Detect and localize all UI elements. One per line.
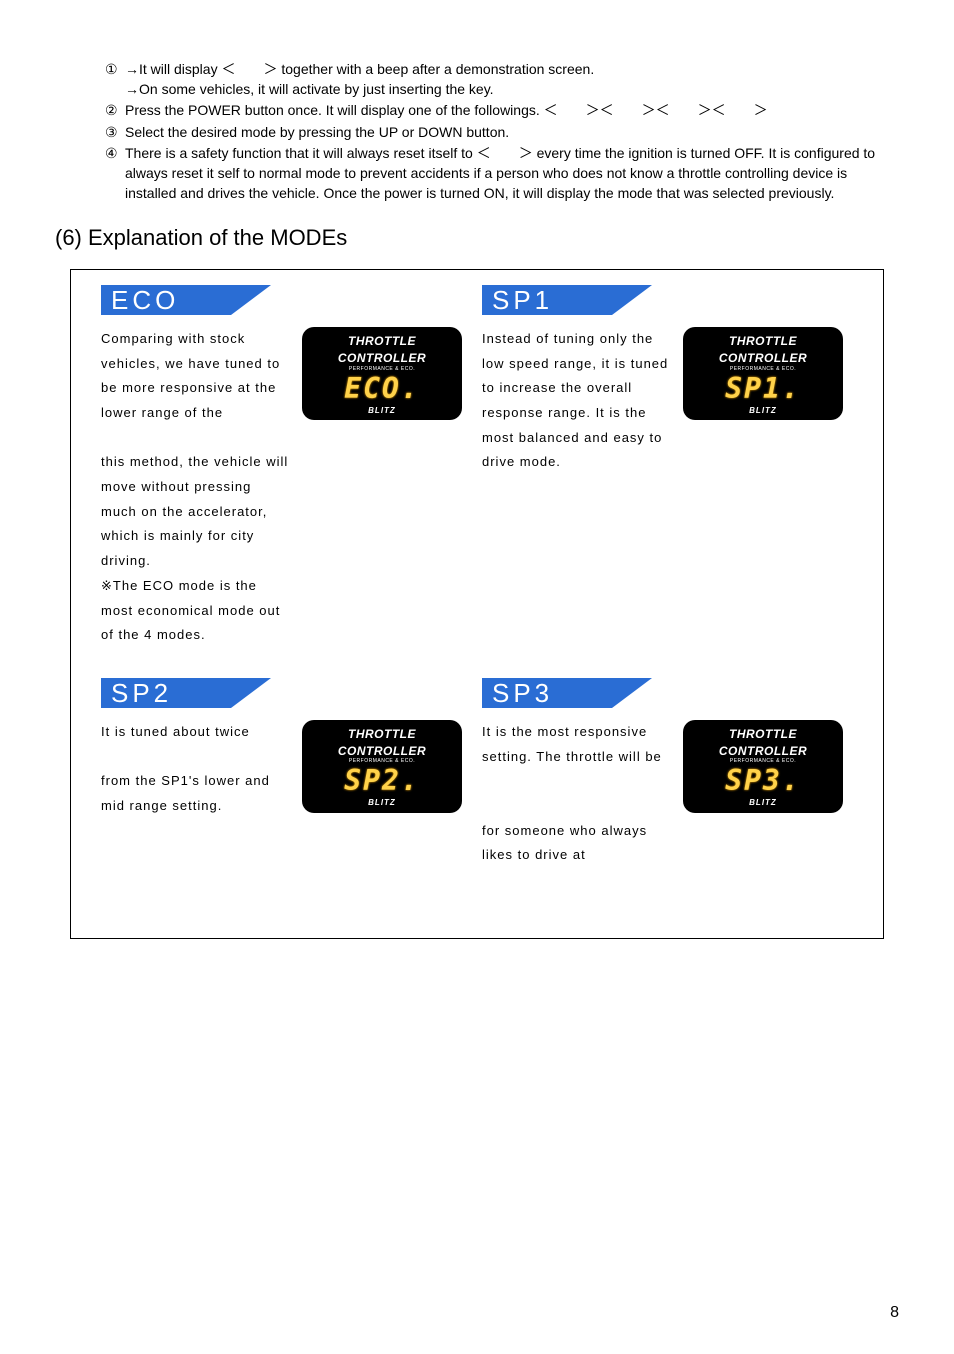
device-title: THROTTLE CONTROLLER xyxy=(691,333,835,367)
step-body: →It will display ＜ ＞ together with a bee… xyxy=(125,60,899,99)
mode-description: It is the most responsive setting. The t… xyxy=(482,720,671,868)
step-line: →It will display ＜ ＞ together with a bee… xyxy=(125,60,899,80)
page-number: 8 xyxy=(890,1302,899,1324)
mode-header: SP3 xyxy=(482,678,652,708)
mode-description: It is tuned about twicefrom the SP1's lo… xyxy=(101,720,290,819)
mode-description: Instead of tuning only the low speed ran… xyxy=(482,327,671,475)
mode-header: ECO xyxy=(101,285,271,315)
mode-label: ECO xyxy=(111,285,179,315)
device-brand: BLITZ xyxy=(691,405,835,416)
device-image: THROTTLE CONTROLLER PERFORMANCE & ECO. E… xyxy=(302,327,462,648)
step-number: ④ xyxy=(105,144,125,203)
device-title: THROTTLE CONTROLLER xyxy=(310,726,454,760)
mode-label: SP2 xyxy=(111,678,172,708)
step-body: Press the POWER button once. It will dis… xyxy=(125,101,899,121)
instruction-steps: ① →It will display ＜ ＞ together with a b… xyxy=(105,60,899,203)
device-display: SP2. xyxy=(310,767,454,795)
device-image: THROTTLE CONTROLLER PERFORMANCE & ECO. S… xyxy=(683,327,843,475)
mode-label: SP1 xyxy=(492,285,553,315)
device-display: SP1. xyxy=(691,375,835,403)
step-number: ③ xyxy=(105,123,125,143)
step-2: ② Press the POWER button once. It will d… xyxy=(105,101,899,121)
mode-label: SP3 xyxy=(492,678,553,708)
device-image: THROTTLE CONTROLLER PERFORMANCE & ECO. S… xyxy=(683,720,843,868)
mode-header: SP1 xyxy=(482,285,652,315)
device-brand: BLITZ xyxy=(310,405,454,416)
mode-sp1: SP1 Instead of tuning only the low speed… xyxy=(482,285,863,648)
mode-sp3: SP3 It is the most responsive setting. T… xyxy=(482,678,863,868)
step-number: ② xyxy=(105,101,125,121)
device-image: THROTTLE CONTROLLER PERFORMANCE & ECO. S… xyxy=(302,720,462,819)
device-brand: BLITZ xyxy=(310,797,454,808)
step-body: Select the desired mode by pressing the … xyxy=(125,123,899,143)
step-1: ① →It will display ＜ ＞ together with a b… xyxy=(105,60,899,99)
mode-eco: ECO Comparing with stock vehicles, we ha… xyxy=(101,285,482,648)
step-number: ① xyxy=(105,60,125,99)
step-body: There is a safety function that it will … xyxy=(125,144,899,203)
device-brand: BLITZ xyxy=(691,797,835,808)
step-4: ④ There is a safety function that it wil… xyxy=(105,144,899,203)
device-display: ECO. xyxy=(310,375,454,403)
mode-description: Comparing with stock vehicles, we have t… xyxy=(101,327,290,648)
step-line: →On some vehicles, it will activate by j… xyxy=(125,80,899,100)
mode-header: SP2 xyxy=(101,678,271,708)
device-title: THROTTLE CONTROLLER xyxy=(691,726,835,760)
section-title: (6) Explanation of the MODEs xyxy=(55,223,899,254)
modes-container: ECO Comparing with stock vehicles, we ha… xyxy=(70,269,884,939)
mode-sp2: SP2 It is tuned about twicefrom the SP1'… xyxy=(101,678,482,868)
step-3: ③ Select the desired mode by pressing th… xyxy=(105,123,899,143)
device-title: THROTTLE CONTROLLER xyxy=(310,333,454,367)
device-display: SP3. xyxy=(691,767,835,795)
